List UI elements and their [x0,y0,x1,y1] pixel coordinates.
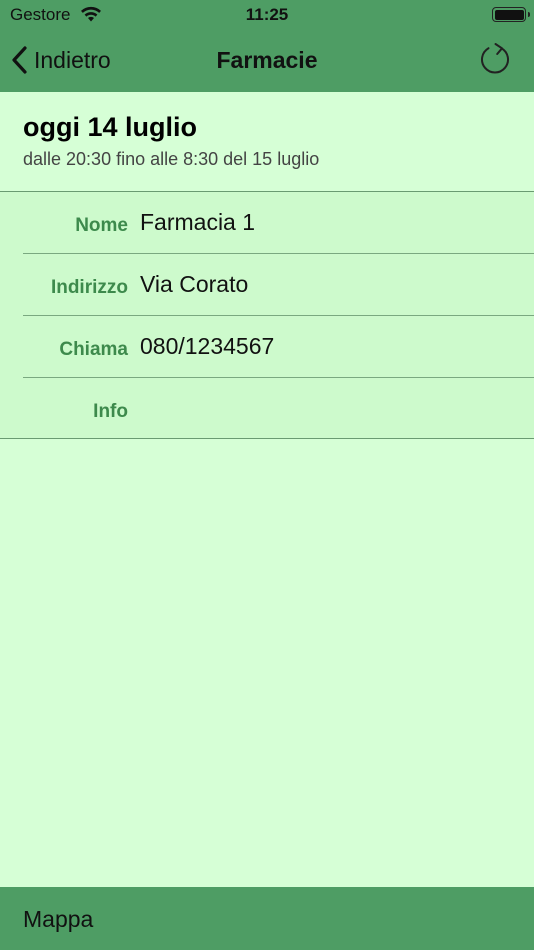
detail-row-nome: Nome Farmacia 1 [0,192,534,254]
detail-row-info: Info [0,378,534,440]
battery-level [494,9,524,20]
date-title: oggi 14 luglio [23,112,197,142]
detail-label: Nome [75,215,128,236]
date-header: oggi 14 luglio dalle 20:30 fino alle 8:3… [0,92,534,192]
app-screen: Gestore 11:25 Indietro Farmacie oggi 14 … [0,0,534,950]
page-title: Farmacie [216,47,318,73]
map-button[interactable]: Mappa [23,906,93,933]
bottom-toolbar: Mappa [0,887,534,950]
status-bar: Gestore 11:25 [0,0,534,30]
pharmacy-details: Nome Farmacia 1 Indirizzo Via Corato Chi… [0,192,534,439]
top-bar: Gestore 11:25 Indietro Farmacie [0,0,534,92]
pharmacy-name: Farmacia 1 [140,209,256,235]
pharmacy-address: Via Corato [140,271,249,297]
status-time: 11:25 [245,5,289,24]
navigation-bar: Indietro Farmacie [0,30,534,92]
refresh-icon[interactable] [478,42,512,76]
detail-label: Info [93,401,128,422]
detail-label: Indirizzo [50,277,128,298]
detail-label: Chiama [59,339,128,360]
opening-hours: dalle 20:30 fino alle 8:30 del 15 luglio [23,149,320,169]
detail-row-indirizzo[interactable]: Indirizzo Via Corato [0,254,534,316]
battery-icon [492,7,530,22]
pharmacy-phone: 080/1234567 [140,333,275,359]
detail-row-chiama[interactable]: Chiama 080/1234567 [0,316,534,378]
